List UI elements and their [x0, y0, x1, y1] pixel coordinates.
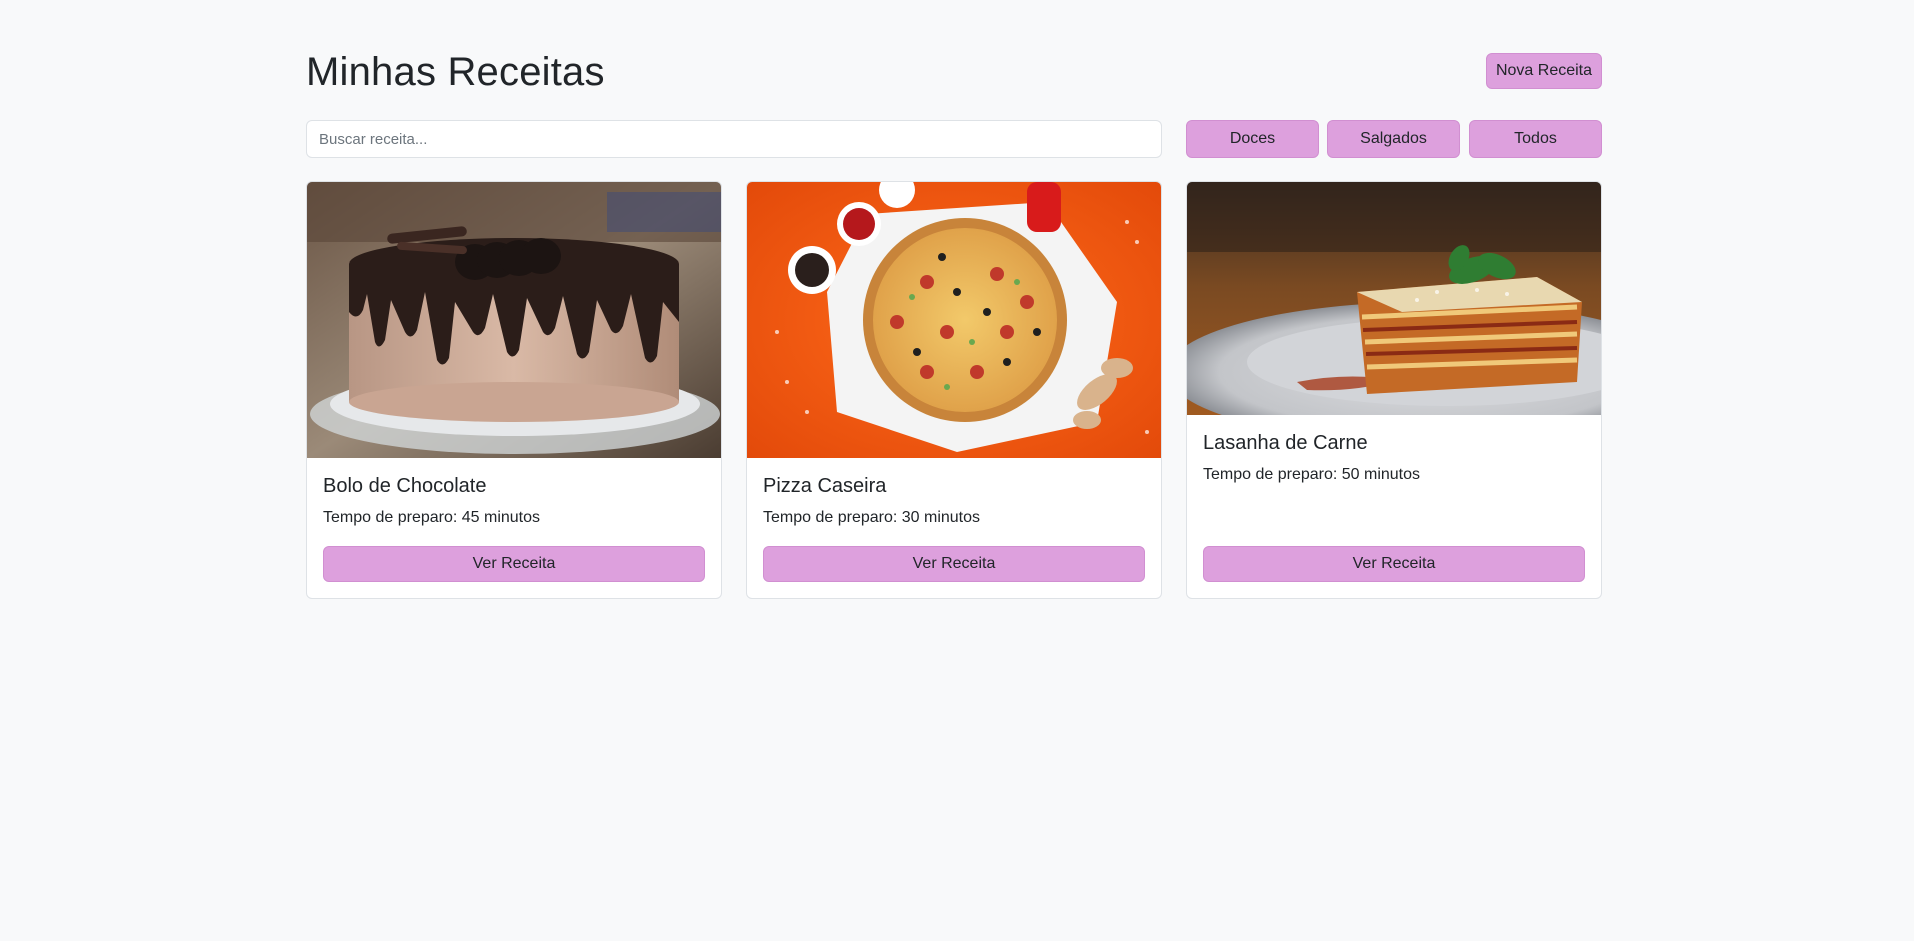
recipe-title: Lasanha de Carne — [1203, 432, 1368, 454]
recipe-title: Bolo de Chocolate — [323, 475, 487, 497]
recipe-prep-time: Tempo de preparo: 30 minutos — [763, 509, 981, 526]
search-filter-row: Doces Salgados Todos — [306, 120, 1602, 158]
pizza-image — [747, 182, 1161, 458]
recipe-prep-time: Tempo de preparo: 50 minutos — [1203, 466, 1421, 483]
view-recipe-button[interactable]: Ver Receita — [1203, 546, 1585, 582]
filter-doces-button[interactable]: Doces — [1186, 120, 1319, 158]
filter-todos-button[interactable]: Todos — [1469, 120, 1602, 158]
page-title: Minhas Receitas — [306, 50, 605, 94]
pizza-photo — [747, 182, 1161, 458]
lasagna-image — [1187, 182, 1601, 415]
recipe-prep-time: Tempo de preparo: 45 minutos — [323, 509, 541, 526]
new-recipe-button[interactable]: Nova Receita — [1486, 53, 1602, 89]
recipe-card: Pizza Caseira Tempo de preparo: 30 minut… — [746, 181, 1162, 599]
lasagna-photo — [1187, 182, 1601, 415]
filter-salgados-button[interactable]: Salgados — [1327, 120, 1460, 158]
recipe-title: Pizza Caseira — [763, 475, 887, 497]
card-body: Pizza Caseira Tempo de preparo: 30 minut… — [747, 458, 1161, 546]
view-recipe-button[interactable]: Ver Receita — [763, 546, 1145, 582]
chocolate-cake-photo — [307, 182, 721, 458]
view-recipe-button[interactable]: Ver Receita — [323, 546, 705, 582]
card-body: Bolo de Chocolate Tempo de preparo: 45 m… — [307, 458, 721, 546]
recipe-card: Bolo de Chocolate Tempo de preparo: 45 m… — [306, 181, 722, 599]
chocolate-cake-image — [307, 182, 721, 458]
page-header: Minhas Receitas Nova Receita — [306, 48, 1602, 96]
card-body: Lasanha de Carne Tempo de preparo: 50 mi… — [1187, 415, 1601, 503]
recipe-card: Lasanha de Carne Tempo de preparo: 50 mi… — [1186, 181, 1602, 599]
search-input[interactable] — [306, 120, 1162, 158]
